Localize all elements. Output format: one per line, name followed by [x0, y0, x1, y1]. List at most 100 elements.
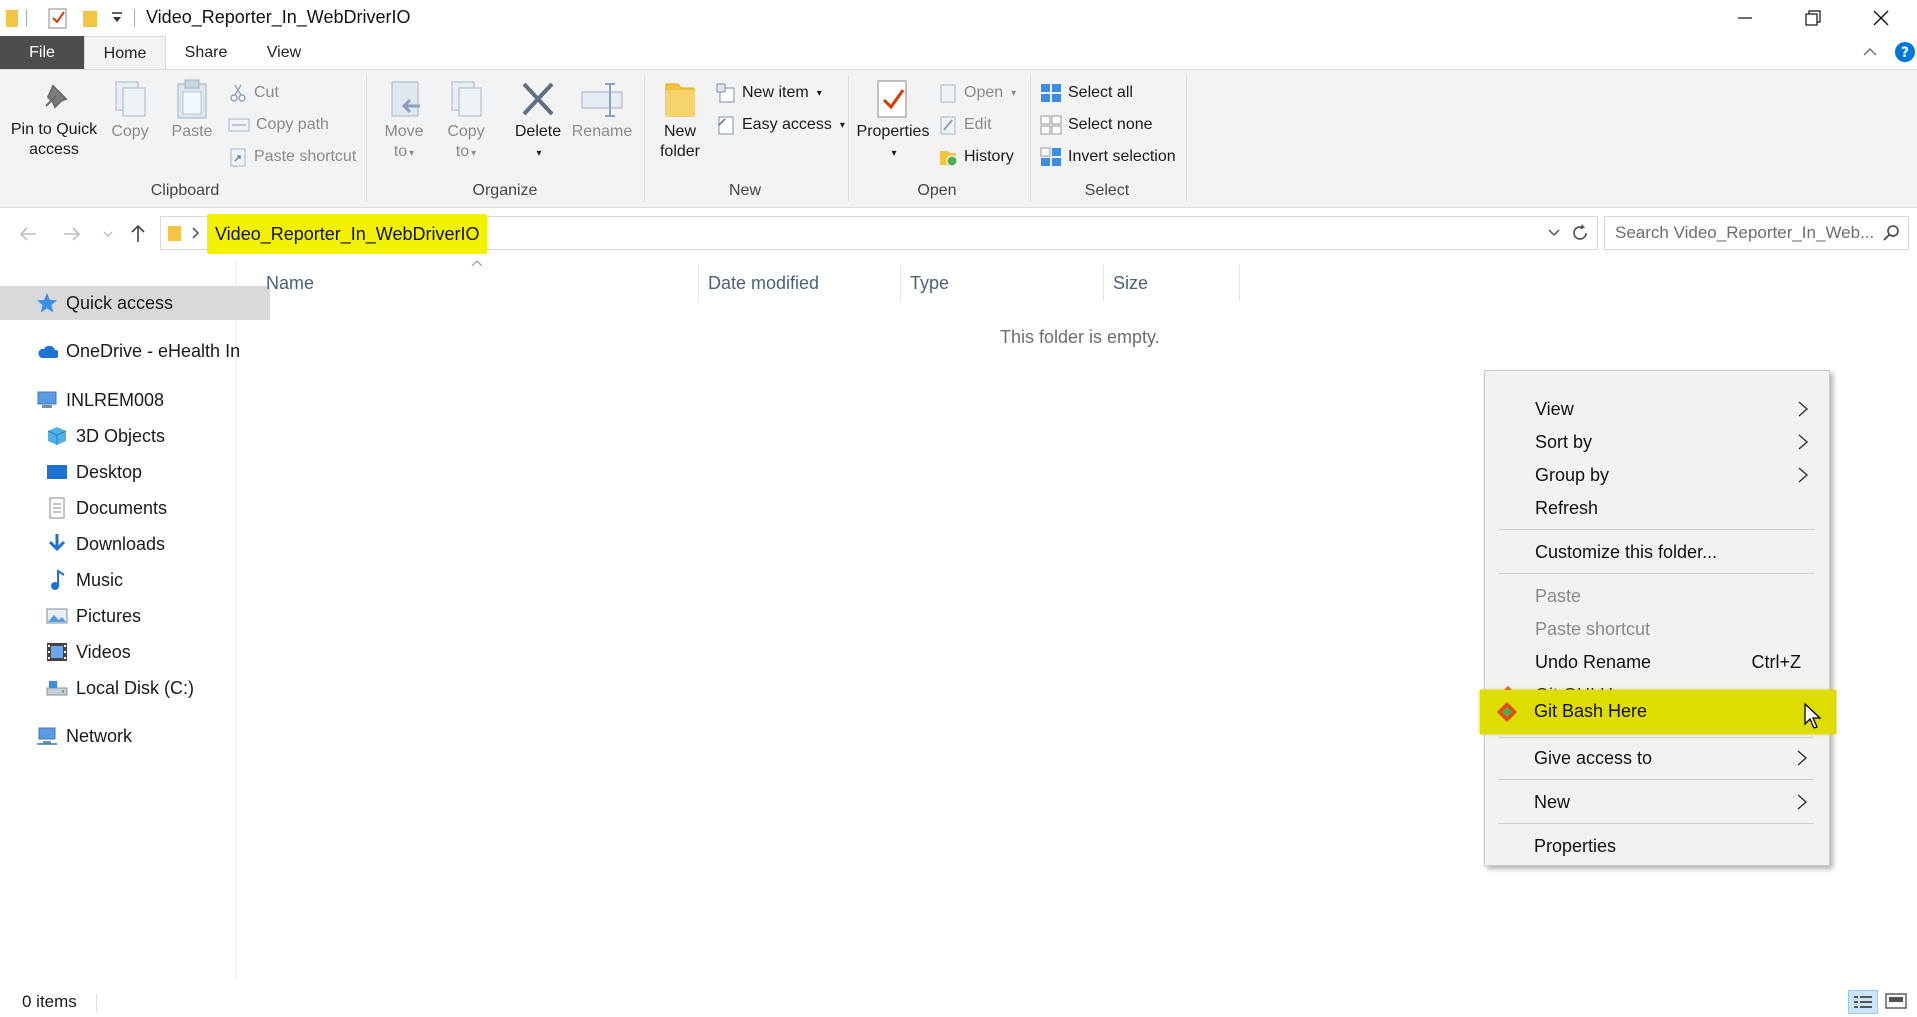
- select-all-icon: [1041, 84, 1061, 102]
- menu-item-undo-rename[interactable]: Undo Rename Ctrl+Z: [1485, 646, 1829, 679]
- details-view-button[interactable]: [1848, 990, 1878, 1014]
- breadcrumb-chevron-icon[interactable]: [191, 225, 201, 241]
- help-button[interactable]: ?: [1894, 41, 1916, 63]
- menu-item-give-access[interactable]: Give access to: [1484, 742, 1828, 775]
- svg-text:?: ?: [1901, 45, 1909, 61]
- select-none-button[interactable]: Select none: [1040, 112, 1153, 138]
- menu-item-new[interactable]: New: [1484, 786, 1828, 819]
- copy-to-icon: [451, 81, 482, 117]
- menu-label: Customize this folder...: [1535, 542, 1718, 562]
- column-header-name[interactable]: Name: [258, 265, 699, 301]
- properties-button[interactable]: Properties ▾: [854, 78, 932, 164]
- menu-item-group-by[interactable]: Group by: [1485, 459, 1829, 492]
- delete-button[interactable]: Delete ▾: [510, 78, 566, 164]
- new-folder-label-line1: New: [663, 123, 696, 140]
- pin-icon: [45, 84, 68, 109]
- nav-item-local-disk[interactable]: Local Disk (C:): [0, 671, 282, 705]
- properties-checkmark-icon: [877, 80, 907, 118]
- move-to-button[interactable]: Move to ▾: [378, 78, 430, 164]
- properties-quick-icon[interactable]: [48, 7, 68, 29]
- chevron-down-icon: [103, 231, 113, 237]
- nav-item-videos[interactable]: Videos: [0, 635, 282, 669]
- customize-quick-access-icon[interactable]: [110, 10, 124, 26]
- invert-selection-label: Invert selection: [1068, 148, 1176, 165]
- up-button[interactable]: [128, 222, 148, 244]
- status-item-count: 0 items: [22, 992, 77, 1011]
- copy-button[interactable]: Copy: [104, 78, 156, 142]
- tab-file[interactable]: File: [0, 36, 84, 70]
- easy-access-button[interactable]: Easy access ▾: [716, 112, 845, 138]
- nav-item-music[interactable]: Music: [0, 563, 282, 597]
- cut-label: Cut: [254, 84, 279, 101]
- pin-to-quick-access-button[interactable]: Pin to Quick access: [8, 80, 100, 160]
- film-icon: [46, 641, 68, 663]
- copy-path-button[interactable]: Copy path: [228, 112, 329, 138]
- restore-button[interactable]: [1779, 0, 1847, 36]
- open-button[interactable]: Open ▾: [938, 80, 1016, 106]
- menu-item-paste-shortcut[interactable]: Paste shortcut: [1485, 613, 1829, 646]
- minimize-icon: [1738, 17, 1752, 19]
- menu-item-git-bash[interactable]: Git Bash Here: [1480, 690, 1836, 734]
- tab-share[interactable]: Share: [170, 36, 242, 70]
- ribbon-tabs: File Home Share View ?: [0, 36, 1917, 70]
- new-item-icon: [716, 83, 735, 103]
- nav-item-quick-access[interactable]: Quick access: [0, 286, 270, 320]
- pin-label-line1: Pin to Quick: [10, 121, 98, 138]
- nav-item-pictures[interactable]: Pictures: [0, 599, 282, 633]
- tab-view[interactable]: View: [248, 36, 320, 70]
- search-input[interactable]: Search Video_Reporter_In_Web...: [1604, 216, 1909, 250]
- new-folder-quick-icon[interactable]: [82, 8, 98, 28]
- column-header-date-modified[interactable]: Date modified: [700, 265, 901, 301]
- nav-item-onedrive[interactable]: OneDrive - eHealth In: [0, 334, 272, 368]
- close-button[interactable]: [1847, 0, 1915, 36]
- address-dropdown-button[interactable]: [1547, 227, 1561, 239]
- menu-item-view[interactable]: View: [1485, 393, 1829, 426]
- large-icons-view-button[interactable]: [1882, 990, 1912, 1014]
- nav-label: Desktop: [76, 461, 143, 482]
- menu-item-properties[interactable]: Properties: [1484, 830, 1828, 863]
- select-group-label: Select: [1084, 182, 1130, 199]
- back-button[interactable]: [18, 225, 38, 243]
- history-icon: [940, 151, 958, 167]
- arrow-up-icon: [131, 224, 145, 242]
- menu-item-refresh[interactable]: Refresh: [1485, 492, 1829, 525]
- paste-shortcut-button[interactable]: Paste shortcut: [228, 144, 356, 170]
- column-header-size[interactable]: Size: [1105, 265, 1240, 301]
- rename-button[interactable]: Rename: [570, 78, 634, 142]
- recent-locations-button[interactable]: [102, 229, 114, 239]
- nav-item-this-pc[interactable]: INLREM008: [0, 383, 272, 417]
- invert-selection-button[interactable]: Invert selection: [1040, 144, 1176, 170]
- organize-group-label: Organize: [472, 182, 538, 199]
- cut-button[interactable]: Cut: [228, 80, 279, 106]
- nav-item-desktop[interactable]: Desktop: [0, 455, 282, 489]
- breadcrumb-current-folder[interactable]: Video_Reporter_In_WebDriverIO: [207, 214, 488, 254]
- menu-item-paste[interactable]: Paste: [1485, 580, 1829, 613]
- open-icon: [940, 84, 956, 103]
- minimize-ribbon-button[interactable]: [1862, 44, 1878, 60]
- nav-item-documents[interactable]: Documents: [0, 491, 282, 525]
- column-header-type[interactable]: Type: [902, 265, 1104, 301]
- paste-button[interactable]: Paste: [166, 78, 218, 142]
- tab-home[interactable]: Home: [84, 36, 166, 70]
- nav-item-3d-objects[interactable]: 3D Objects: [0, 419, 282, 453]
- menu-item-customize-folder[interactable]: Customize this folder...: [1485, 536, 1829, 569]
- nav-label: OneDrive - eHealth In: [66, 340, 241, 361]
- music-icon: [46, 569, 68, 591]
- refresh-icon: [1573, 224, 1587, 240]
- nav-item-network[interactable]: Network: [0, 719, 272, 753]
- copy-to-button[interactable]: Copy to ▾: [440, 78, 492, 164]
- edit-button[interactable]: Edit: [938, 112, 992, 138]
- menu-item-sort-by[interactable]: Sort by: [1485, 426, 1829, 459]
- select-all-button[interactable]: Select all: [1040, 80, 1133, 106]
- refresh-button[interactable]: [1570, 223, 1590, 243]
- new-folder-button[interactable]: New folder: [652, 78, 708, 162]
- minimize-button[interactable]: [1711, 0, 1779, 36]
- history-button[interactable]: History: [938, 144, 1014, 170]
- properties-dropdown-icon[interactable]: ▾: [889, 142, 896, 164]
- new-item-button[interactable]: New item ▾: [716, 80, 822, 106]
- forward-button[interactable]: [62, 225, 82, 243]
- easy-access-icon: [718, 116, 734, 135]
- nav-item-downloads[interactable]: Downloads: [0, 527, 282, 561]
- delete-dropdown-icon[interactable]: ▾: [534, 142, 541, 164]
- select-none-icon: [1040, 115, 1062, 135]
